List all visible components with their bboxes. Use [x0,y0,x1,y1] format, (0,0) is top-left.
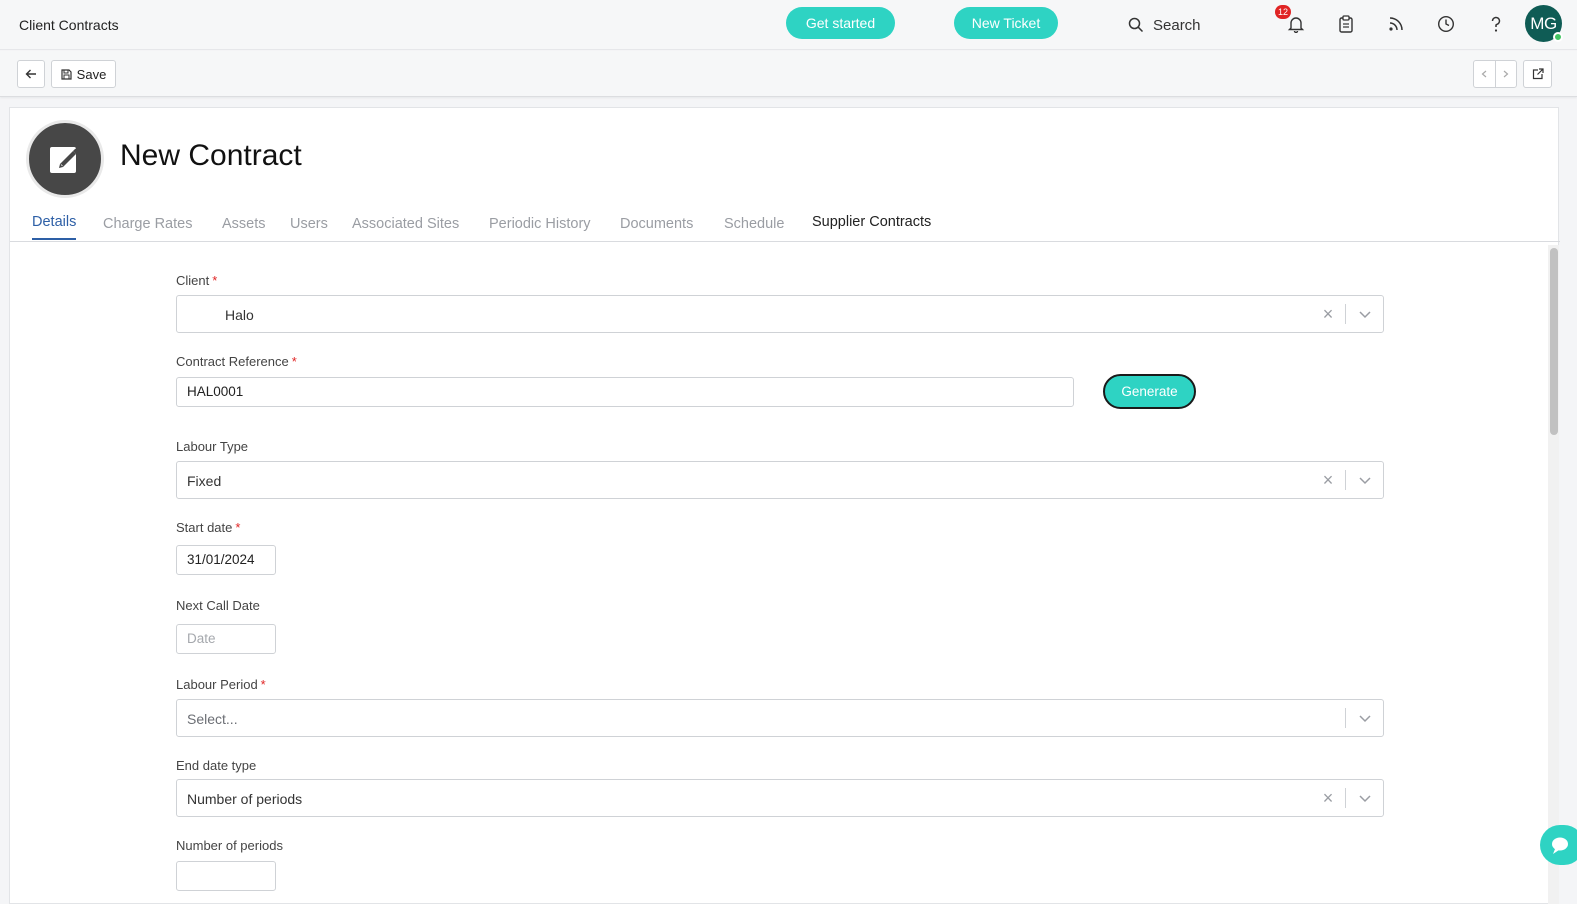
labour-type-label: Labour Type [176,439,249,454]
external-link-icon [1532,68,1544,80]
save-button[interactable]: Save [51,60,116,88]
chevron-right-icon [1503,70,1509,78]
rss-feed-icon[interactable] [1386,14,1406,34]
edit-pencil-icon [50,147,79,173]
tab-users[interactable]: Users [290,216,328,242]
clear-labour-type-icon[interactable]: × [1321,471,1335,489]
online-status-indicator [1553,32,1563,42]
select-separator [1345,788,1346,808]
labour-period-placeholder: Select... [187,711,238,727]
get-started-button[interactable]: Get started [786,7,895,39]
labour-type-value: Fixed [187,473,222,489]
labour-period-label: Labour Period * [176,677,266,692]
tab-bar: Details Charge Rates Assets Users Associ… [10,214,1560,242]
help-icon[interactable] [1486,14,1506,34]
clock-icon[interactable] [1436,14,1456,34]
chat-icon [1552,837,1568,854]
labour-period-select[interactable]: Select... [176,699,1384,737]
clear-client-icon[interactable]: × [1321,305,1335,323]
labour-type-select[interactable]: Fixed × [176,461,1384,499]
open-in-new-window-button[interactable] [1523,60,1552,88]
client-label: Client * [176,273,218,288]
chat-widget-button[interactable] [1540,825,1577,865]
chevron-down-icon[interactable] [1358,711,1372,725]
next-call-date-label: Next Call Date [176,598,260,613]
previous-record-button[interactable] [1474,61,1495,87]
number-of-periods-label: Number of periods [176,838,283,853]
tab-schedule[interactable]: Schedule [724,216,784,242]
number-of-periods-input[interactable] [176,861,276,891]
clipboard-icon[interactable] [1336,14,1356,34]
generate-reference-button[interactable]: Generate [1103,374,1196,409]
tab-assets[interactable]: Assets [222,216,266,242]
search-button[interactable]: Search [1128,14,1201,36]
tab-documents[interactable]: Documents [620,216,693,242]
record-navigation [1473,60,1517,88]
new-ticket-button[interactable]: New Ticket [954,7,1058,39]
top-bar: Client Contracts Get started New Ticket … [0,0,1577,50]
contract-reference-label: Contract Reference * [176,354,297,369]
chevron-down-icon[interactable] [1358,473,1372,487]
select-separator [1345,304,1346,324]
notifications-bell-icon[interactable] [1286,14,1306,34]
back-button[interactable] [17,60,45,88]
next-call-date-input[interactable]: Date [176,624,276,654]
select-separator [1345,470,1346,490]
client-value: Halo [225,307,254,323]
chevron-down-icon[interactable] [1358,791,1372,805]
search-label: Search [1153,16,1201,34]
clear-end-date-type-icon[interactable]: × [1321,789,1335,807]
contract-reference-input[interactable]: HAL0001 [176,377,1074,407]
start-date-label: Start date * [176,520,241,535]
tab-associated-sites[interactable]: Associated Sites [352,216,459,242]
end-date-type-value: Number of periods [187,791,303,807]
save-label: Save [76,66,107,82]
chevron-left-icon [1481,70,1487,78]
contract-record-icon [26,120,104,198]
notification-count-badge: 12 [1275,5,1292,19]
end-date-type-select[interactable]: Number of periods × [176,779,1384,817]
app-title: Client Contracts [19,17,119,33]
start-date-input[interactable]: 31/01/2024 [176,545,276,575]
arrow-left-icon [25,69,36,79]
client-select[interactable]: Halo × [176,295,1384,333]
select-separator [1345,708,1346,728]
search-icon [1128,17,1144,33]
tab-supplier-contracts[interactable]: Supplier Contracts [812,214,931,240]
action-toolbar: Save [0,51,1577,97]
tab-periodic-history[interactable]: Periodic History [489,216,591,242]
contract-panel: New Contract Details Charge Rates Assets… [9,107,1560,904]
next-record-button[interactable] [1494,61,1517,87]
scrollbar-thumb[interactable] [1550,248,1558,435]
chevron-down-icon[interactable] [1358,307,1372,321]
page-title: New Contract [120,139,302,172]
tab-charge-rates[interactable]: Charge Rates [103,216,192,242]
tab-details[interactable]: Details [32,214,77,240]
end-date-type-label: End date type [176,758,257,773]
save-disk-icon [61,68,72,80]
